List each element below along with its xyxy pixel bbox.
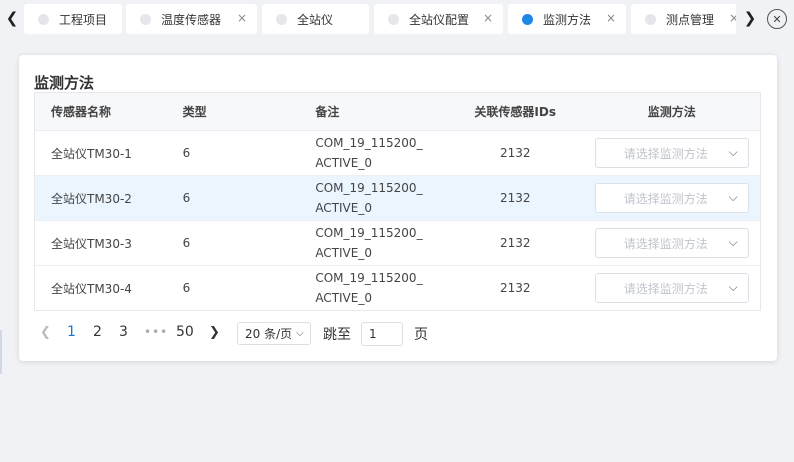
sensor-name-cell: 全站仪TM30-1: [51, 146, 132, 161]
tab-status-dot: [388, 13, 399, 25]
type-cell: 6: [182, 236, 191, 250]
page-title: 监测方法: [34, 74, 95, 92]
tab-status-dot: [276, 13, 287, 25]
sensor-name-cell: 全站仪TM30-2: [51, 191, 132, 206]
tab-close-icon[interactable]: ×: [606, 11, 616, 25]
next-page-icon[interactable]: ❯: [209, 325, 220, 340]
remark-line: COM_19_115200_: [315, 226, 423, 240]
sensor-ids-cell: 2132: [499, 281, 531, 295]
method-select-placeholder: 请选择监测方法: [623, 191, 708, 206]
remark-cell: COM_19_115200_ ACTIVE_0: [299, 178, 447, 218]
tabs-viewport: 工程项目 温度传感器 × 全站仪 全站仪配置 × 监测方法 × 测点管理 ×: [24, 4, 736, 34]
close-all-tabs-icon[interactable]: ✕: [767, 9, 787, 29]
tab-total-station-config[interactable]: 全站仪配置 ×: [374, 4, 503, 34]
tab-monitoring-method[interactable]: 监测方法 ×: [508, 4, 626, 34]
column-header-sensor-name[interactable]: 传感器名称: [35, 103, 167, 120]
table-row[interactable]: 全站仪TM30-1 6 COM_19_115200_ ACTIVE_0 2132…: [35, 130, 760, 175]
method-cell: 请选择监测方法 ⌵: [584, 273, 760, 303]
prev-page-icon[interactable]: ❮: [40, 325, 51, 340]
table-row[interactable]: 全站仪TM30-4 6 COM_19_115200_ ACTIVE_0 2132…: [35, 265, 760, 310]
jump-label: 跳至: [323, 327, 351, 343]
sensor-table: 传感器名称 类型 备注 关联传感器IDs 监测方法 全站仪TM30-1 6 CO…: [34, 92, 761, 311]
column-header-method[interactable]: 监测方法: [584, 103, 760, 120]
method-cell: 请选择监测方法 ⌵: [584, 228, 760, 258]
method-select-placeholder: 请选择监测方法: [623, 236, 708, 251]
table-header-row: 传感器名称 类型 备注 关联传感器IDs 监测方法: [35, 93, 760, 130]
tab-status-dot: [645, 13, 656, 25]
tab-label: 全站仪配置: [409, 12, 470, 27]
sidebar-edge: [0, 330, 2, 374]
jump-page-input[interactable]: [361, 322, 403, 346]
chevron-down-icon: ⌵: [728, 145, 738, 159]
method-select-placeholder: 请选择监测方法: [623, 281, 708, 296]
tab-label: 温度传感器: [161, 12, 222, 27]
tab-status-dot: [522, 13, 533, 25]
monitoring-method-card: 监测方法 传感器名称 类型 备注 关联传感器IDs 监测方法 全站仪TM30-1…: [19, 55, 777, 361]
tab-close-icon[interactable]: ×: [729, 11, 736, 25]
tab-engineering-project[interactable]: 工程项目: [24, 4, 122, 34]
chevron-down-icon: ⌵: [728, 280, 738, 294]
tab-bar: ❮ 工程项目 温度传感器 × 全站仪 全站仪配置 × 监测方法 × 测点管理 ×: [0, 0, 794, 38]
remark-line: COM_19_115200_: [315, 271, 423, 285]
page-suffix: 页: [414, 327, 428, 343]
sensor-ids-cell: 2132: [499, 146, 531, 160]
remark-cell: COM_19_115200_ ACTIVE_0: [299, 223, 447, 263]
method-select[interactable]: 请选择监测方法 ⌵: [594, 228, 749, 258]
sensor-name-cell: 全站仪TM30-4: [51, 281, 132, 296]
page-number-1[interactable]: 1: [67, 324, 76, 340]
chevron-down-icon: ⌵: [728, 235, 738, 249]
page-number-3[interactable]: 3: [119, 324, 128, 340]
sensor-ids-cell: 2132: [499, 191, 531, 205]
remark-line: ACTIVE_0: [315, 156, 372, 170]
tab-status-dot: [38, 13, 49, 25]
column-header-sensor-ids[interactable]: 关联传感器IDs: [447, 103, 584, 120]
type-cell: 6: [182, 146, 191, 160]
method-select-placeholder: 请选择监测方法: [623, 146, 708, 161]
remark-line: ACTIVE_0: [315, 246, 372, 260]
chevron-down-icon: ⌵: [728, 190, 738, 204]
method-cell: 请选择监测方法 ⌵: [584, 138, 760, 168]
method-select[interactable]: 请选择监测方法 ⌵: [594, 273, 749, 303]
column-header-type[interactable]: 类型: [167, 103, 300, 120]
type-cell: 6: [182, 281, 191, 295]
table-row[interactable]: 全站仪TM30-2 6 COM_19_115200_ ACTIVE_0 2132…: [35, 175, 760, 220]
more-pages-icon[interactable]: •••: [144, 325, 168, 339]
page-number-last[interactable]: 50: [176, 324, 194, 340]
method-cell: 请选择监测方法 ⌵: [584, 183, 760, 213]
method-select[interactable]: 请选择监测方法 ⌵: [594, 138, 749, 168]
type-cell: 6: [182, 191, 191, 205]
pagination: ❮ 1 2 3 ••• 50 ❯ 20 条/页 ⌵ 跳至 页: [40, 321, 760, 347]
scroll-tabs-left-icon[interactable]: ❮: [0, 4, 24, 32]
method-select[interactable]: 请选择监测方法 ⌵: [594, 183, 749, 213]
remark-line: ACTIVE_0: [315, 291, 372, 305]
sensor-name-cell: 全站仪TM30-3: [51, 236, 132, 251]
tab-label: 监测方法: [543, 12, 592, 27]
remark-line: ACTIVE_0: [315, 201, 372, 215]
tab-label: 工程项目: [59, 12, 108, 27]
remark-line: COM_19_115200_: [315, 181, 423, 195]
tab-close-icon[interactable]: ×: [483, 11, 493, 25]
table-row[interactable]: 全站仪TM30-3 6 COM_19_115200_ ACTIVE_0 2132…: [35, 220, 760, 265]
tab-label: 全站仪: [297, 12, 334, 27]
page-size-value: 20 条/页: [245, 327, 293, 341]
remark-cell: COM_19_115200_ ACTIVE_0: [299, 268, 447, 308]
page-size-select[interactable]: 20 条/页 ⌵: [237, 322, 311, 345]
sensor-ids-cell: 2132: [499, 236, 531, 250]
tab-label: 测点管理: [666, 12, 715, 27]
tab-status-dot: [140, 13, 151, 25]
column-header-remark[interactable]: 备注: [299, 102, 447, 122]
tab-point-management[interactable]: 测点管理 ×: [631, 4, 736, 34]
tab-temperature-sensor[interactable]: 温度传感器 ×: [126, 4, 257, 34]
tab-total-station[interactable]: 全站仪: [262, 4, 369, 34]
tab-close-icon[interactable]: ×: [237, 11, 247, 25]
remark-cell: COM_19_115200_ ACTIVE_0: [299, 133, 447, 173]
remark-line: COM_19_115200_: [315, 136, 423, 150]
chevron-down-icon: ⌵: [296, 328, 304, 339]
page-number-2[interactable]: 2: [93, 324, 102, 340]
scroll-tabs-right-icon[interactable]: ❯: [738, 4, 762, 32]
